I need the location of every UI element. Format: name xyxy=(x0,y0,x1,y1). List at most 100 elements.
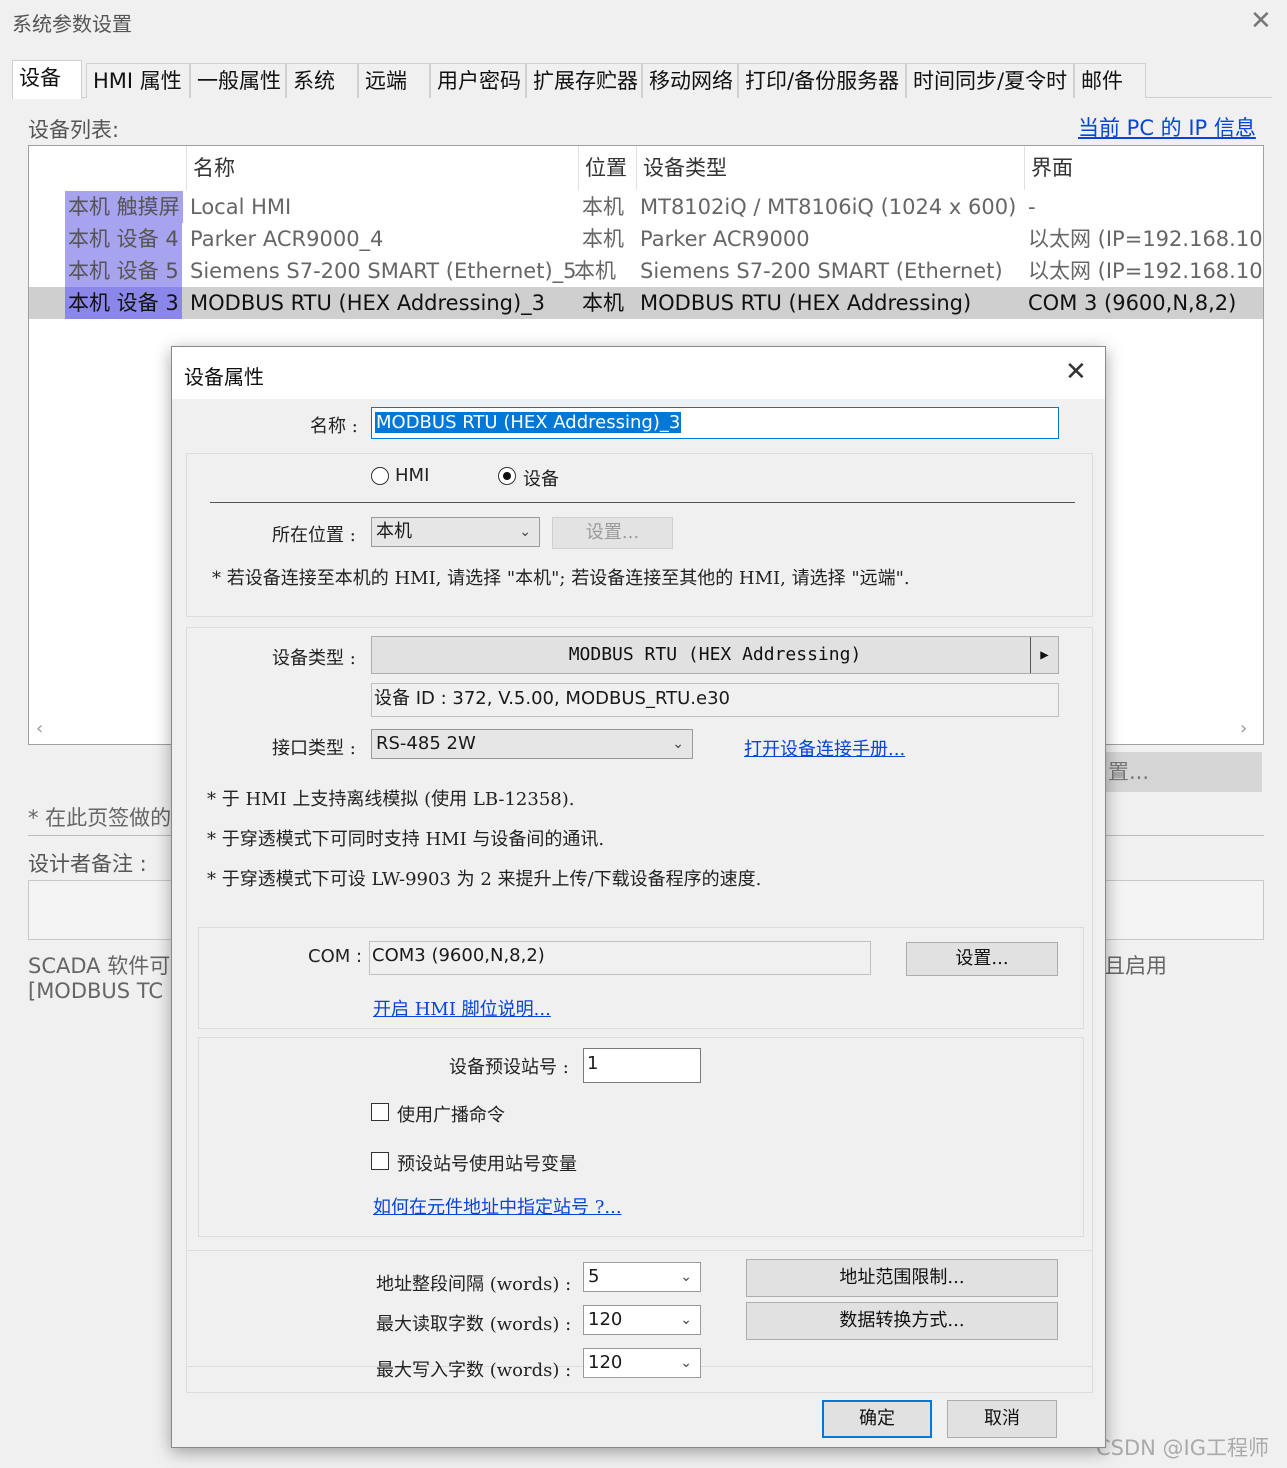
settings-button-partial[interactable]: 置... xyxy=(1104,752,1262,792)
tab-mobile-network[interactable]: 移动网络 xyxy=(642,63,738,98)
page-note: * 在此页签做的 xyxy=(28,806,172,830)
scada-text-right: 且启用 xyxy=(1104,954,1167,978)
device-manual-link[interactable]: 打开设备连接手册... xyxy=(744,735,905,761)
radio-device[interactable] xyxy=(498,467,516,485)
scada-text-line2: [MODBUS TC xyxy=(28,979,164,1003)
row-location: 本机 设备 3 xyxy=(65,287,182,319)
device-id-field: 设备 ID : 372, V.5.00, MODBUS_RTU.e30 xyxy=(371,683,1059,717)
max-write-value: 120 xyxy=(588,1352,623,1373)
device-list-label: 设备列表: xyxy=(28,118,120,142)
address-interval-dropdown[interactable]: 5 ⌄ xyxy=(583,1262,701,1292)
dialog-close-icon[interactable]: ✕ xyxy=(1065,357,1087,387)
tab-system[interactable]: 系统 xyxy=(286,63,358,98)
pc-ip-info-link[interactable]: 当前 PC 的 IP 信息 xyxy=(1078,112,1256,142)
tab-device[interactable]: 设备 xyxy=(12,60,82,99)
note-offline-sim: * 于 HMI 上支持离线模拟 (使用 LB-12358). xyxy=(207,789,575,810)
column-header-interface[interactable]: 界面 xyxy=(1024,146,1263,190)
cancel-button[interactable]: 取消 xyxy=(947,1400,1057,1438)
row-name: Parker ACR9000_4 xyxy=(190,227,384,251)
row-location: 本机 设备 5 xyxy=(65,255,182,287)
chevron-down-icon: ⌄ xyxy=(680,1355,692,1371)
name-field[interactable]: MODBUS RTU (HEX Addressing)_3 xyxy=(371,407,1059,439)
location-dropdown[interactable]: 本机 ⌄ xyxy=(371,517,540,547)
row-type: Parker ACR9000 xyxy=(640,227,810,251)
radio-device-label: 设备 xyxy=(523,469,559,490)
row-position: 本机 xyxy=(574,259,616,283)
watermark: CSDN @IG工程师 xyxy=(1096,1436,1270,1460)
row-location: 本机 设备 4 xyxy=(65,223,182,255)
row-type: MT8102iQ / MT8106iQ (1024 x 600) xyxy=(640,195,1017,219)
column-header-position[interactable]: 位置 xyxy=(578,146,636,190)
station-variable-label: 预设站号使用站号变量 xyxy=(397,1154,577,1175)
designer-notes-label: 设计者备注 : xyxy=(28,852,147,876)
station-input[interactable]: 1 xyxy=(583,1048,701,1083)
row-interface: 以太网 (IP=192.168.10. xyxy=(1028,227,1264,251)
close-icon[interactable]: ✕ xyxy=(1250,6,1272,36)
row-type: MODBUS RTU (HEX Addressing) xyxy=(640,291,972,315)
table-row[interactable]: 本机 触摸屏 Local HMI 本机 MT8102iQ / MT8106iQ … xyxy=(29,191,1263,223)
row-name: MODBUS RTU (HEX Addressing)_3 xyxy=(190,291,546,315)
station-variable-checkbox[interactable] xyxy=(371,1152,389,1170)
tab-time-sync[interactable]: 时间同步/夏令时 xyxy=(906,63,1074,98)
broadcast-label: 使用广播命令 xyxy=(397,1105,505,1126)
location-settings-button[interactable]: 设置... xyxy=(552,517,673,549)
tab-user-password[interactable]: 用户密码 xyxy=(430,63,526,98)
name-label: 名称 : xyxy=(310,416,358,437)
row-name: Siemens S7-200 SMART (Ethernet)_5 xyxy=(190,259,577,283)
row-interface: - xyxy=(1028,195,1036,219)
device-properties-dialog: 设备属性 ✕ 名称 : MODBUS RTU (HEX Addressing)_… xyxy=(171,346,1106,1448)
address-interval-value: 5 xyxy=(588,1266,600,1287)
com-label: COM : xyxy=(308,946,363,967)
table-row[interactable]: 本机 设备 4 Parker ACR9000_4 本机 Parker ACR90… xyxy=(29,223,1263,255)
com-settings-button[interactable]: 设置... xyxy=(906,942,1058,976)
max-read-value: 120 xyxy=(588,1309,623,1330)
chevron-down-icon: ⌄ xyxy=(680,1312,692,1328)
tab-print-backup[interactable]: 打印/备份服务器 xyxy=(738,63,906,98)
name-field-value: MODBUS RTU (HEX Addressing)_3 xyxy=(375,412,682,433)
tab-hmi-props[interactable]: HMI 属性 xyxy=(86,63,190,98)
broadcast-checkbox[interactable] xyxy=(371,1103,389,1121)
hmi-pin-link[interactable]: 开启 HMI 脚位说明... xyxy=(373,995,551,1021)
scroll-left-icon[interactable]: ‹ xyxy=(36,718,43,739)
table-row-selected[interactable]: 本机 设备 3 MODBUS RTU (HEX Addressing)_3 本机… xyxy=(29,287,1263,319)
data-conversion-button[interactable]: 数据转换方式... xyxy=(746,1302,1058,1340)
tab-remote[interactable]: 远端 xyxy=(358,63,430,98)
divider xyxy=(210,502,1075,503)
chevron-down-icon: ⌄ xyxy=(519,524,531,540)
location-label: 所在位置 : xyxy=(272,525,356,546)
dialog-titlebar xyxy=(172,347,1105,399)
location-note: * 若设备连接至本机的 HMI, 请选择 "本机"; 若设备连接至其他的 HMI… xyxy=(212,568,910,589)
chevron-down-icon: ⌄ xyxy=(680,1269,692,1285)
row-interface: COM 3 (9600,N,8,2) xyxy=(1028,291,1237,315)
row-interface: 以太网 (IP=192.168.10. xyxy=(1028,259,1264,283)
max-write-dropdown[interactable]: 120 ⌄ xyxy=(583,1348,701,1378)
device-type-label: 设备类型 : xyxy=(272,648,356,669)
address-range-button[interactable]: 地址范围限制... xyxy=(746,1259,1058,1297)
row-location: 本机 触摸屏 xyxy=(65,191,183,223)
row-position: 本机 xyxy=(582,195,624,219)
location-value: 本机 xyxy=(376,521,412,542)
scroll-right-icon[interactable]: › xyxy=(1240,718,1247,739)
tab-bar: 设备 HMI 属性 一般属性 系统 远端 用户密码 扩展存贮器 移动网络 打印/… xyxy=(12,60,1272,99)
tab-mail[interactable]: 邮件 xyxy=(1074,63,1146,98)
interface-label: 接口类型 : xyxy=(272,738,356,759)
note-passthrough-speed: * 于穿透模式下可设 LW-9903 为 2 来提升上传/下载设备程序的速度. xyxy=(207,869,762,890)
column-header-device-type[interactable]: 设备类型 xyxy=(636,146,1024,190)
max-read-dropdown[interactable]: 120 ⌄ xyxy=(583,1305,701,1335)
table-row[interactable]: 本机 设备 5 Siemens S7-200 SMART (Ethernet)_… xyxy=(29,255,1263,287)
tab-extended-memory[interactable]: 扩展存贮器 xyxy=(526,63,642,98)
device-type-selector[interactable]: MODBUS RTU (HEX Addressing) ▶ xyxy=(371,636,1059,674)
ok-button[interactable]: 确定 xyxy=(822,1400,932,1438)
row-type: Siemens S7-200 SMART (Ethernet) xyxy=(640,259,1003,283)
radio-hmi[interactable] xyxy=(371,467,389,485)
max-write-label: 最大写入字数 (words) : xyxy=(376,1360,572,1381)
column-header-name[interactable]: 名称 xyxy=(186,146,578,190)
scada-text-line1: SCADA 软件可 xyxy=(28,954,171,978)
interface-dropdown[interactable]: RS-485 2W ⌄ xyxy=(371,729,693,759)
station-help-link[interactable]: 如何在元件地址中指定站号 ?... xyxy=(373,1193,622,1219)
com-value-field: COM3 (9600,N,8,2) xyxy=(369,941,871,975)
station-label: 设备预设站号 : xyxy=(449,1057,569,1078)
tab-general[interactable]: 一般属性 xyxy=(190,63,286,98)
max-read-label: 最大读取字数 (words) : xyxy=(376,1314,572,1335)
play-arrow-icon[interactable]: ▶ xyxy=(1030,637,1058,673)
